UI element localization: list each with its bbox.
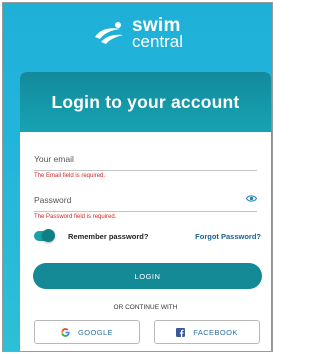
login-card: Login to your account Your email The Ema… (20, 72, 271, 351)
brand-logo: swim central (3, 11, 272, 57)
login-button[interactable]: LOGIN (33, 263, 262, 289)
email-field[interactable]: Your email (34, 154, 257, 171)
email-label: Your email (34, 154, 74, 164)
brand-name: swim central (131, 16, 184, 51)
forgot-password-link[interactable]: Forgot Password? (195, 232, 261, 241)
continue-with-text: OR CONTINUE WITH (113, 304, 178, 311)
brand-line2: central (131, 32, 184, 51)
google-icon (61, 327, 70, 337)
card-header: Login to your account (20, 72, 271, 132)
password-underline (34, 211, 257, 212)
password-field[interactable]: Password (34, 195, 257, 212)
remember-label: Remember password? (68, 231, 149, 241)
facebook-login-button[interactable]: FACEBOOK (154, 320, 260, 344)
swimmer-logo-icon (94, 22, 123, 44)
password-error: The Password field is required. (34, 214, 117, 220)
email-underline (34, 170, 257, 171)
google-label: GOOGLE (78, 327, 113, 337)
remember-toggle[interactable] (34, 229, 55, 242)
remember-row: Remember password? Forgot Password? (34, 229, 261, 243)
password-label: Password (34, 195, 72, 205)
google-login-button[interactable]: GOOGLE (34, 320, 140, 344)
facebook-icon (176, 327, 186, 337)
login-screen: swim central Login to your account Your … (2, 2, 273, 352)
page-title: Login to your account (51, 91, 240, 112)
email-error: The Email field is required. (34, 173, 106, 179)
show-password-eye-icon[interactable] (246, 194, 257, 203)
facebook-label: FACEBOOK (193, 327, 238, 337)
toggle-knob (42, 229, 55, 242)
